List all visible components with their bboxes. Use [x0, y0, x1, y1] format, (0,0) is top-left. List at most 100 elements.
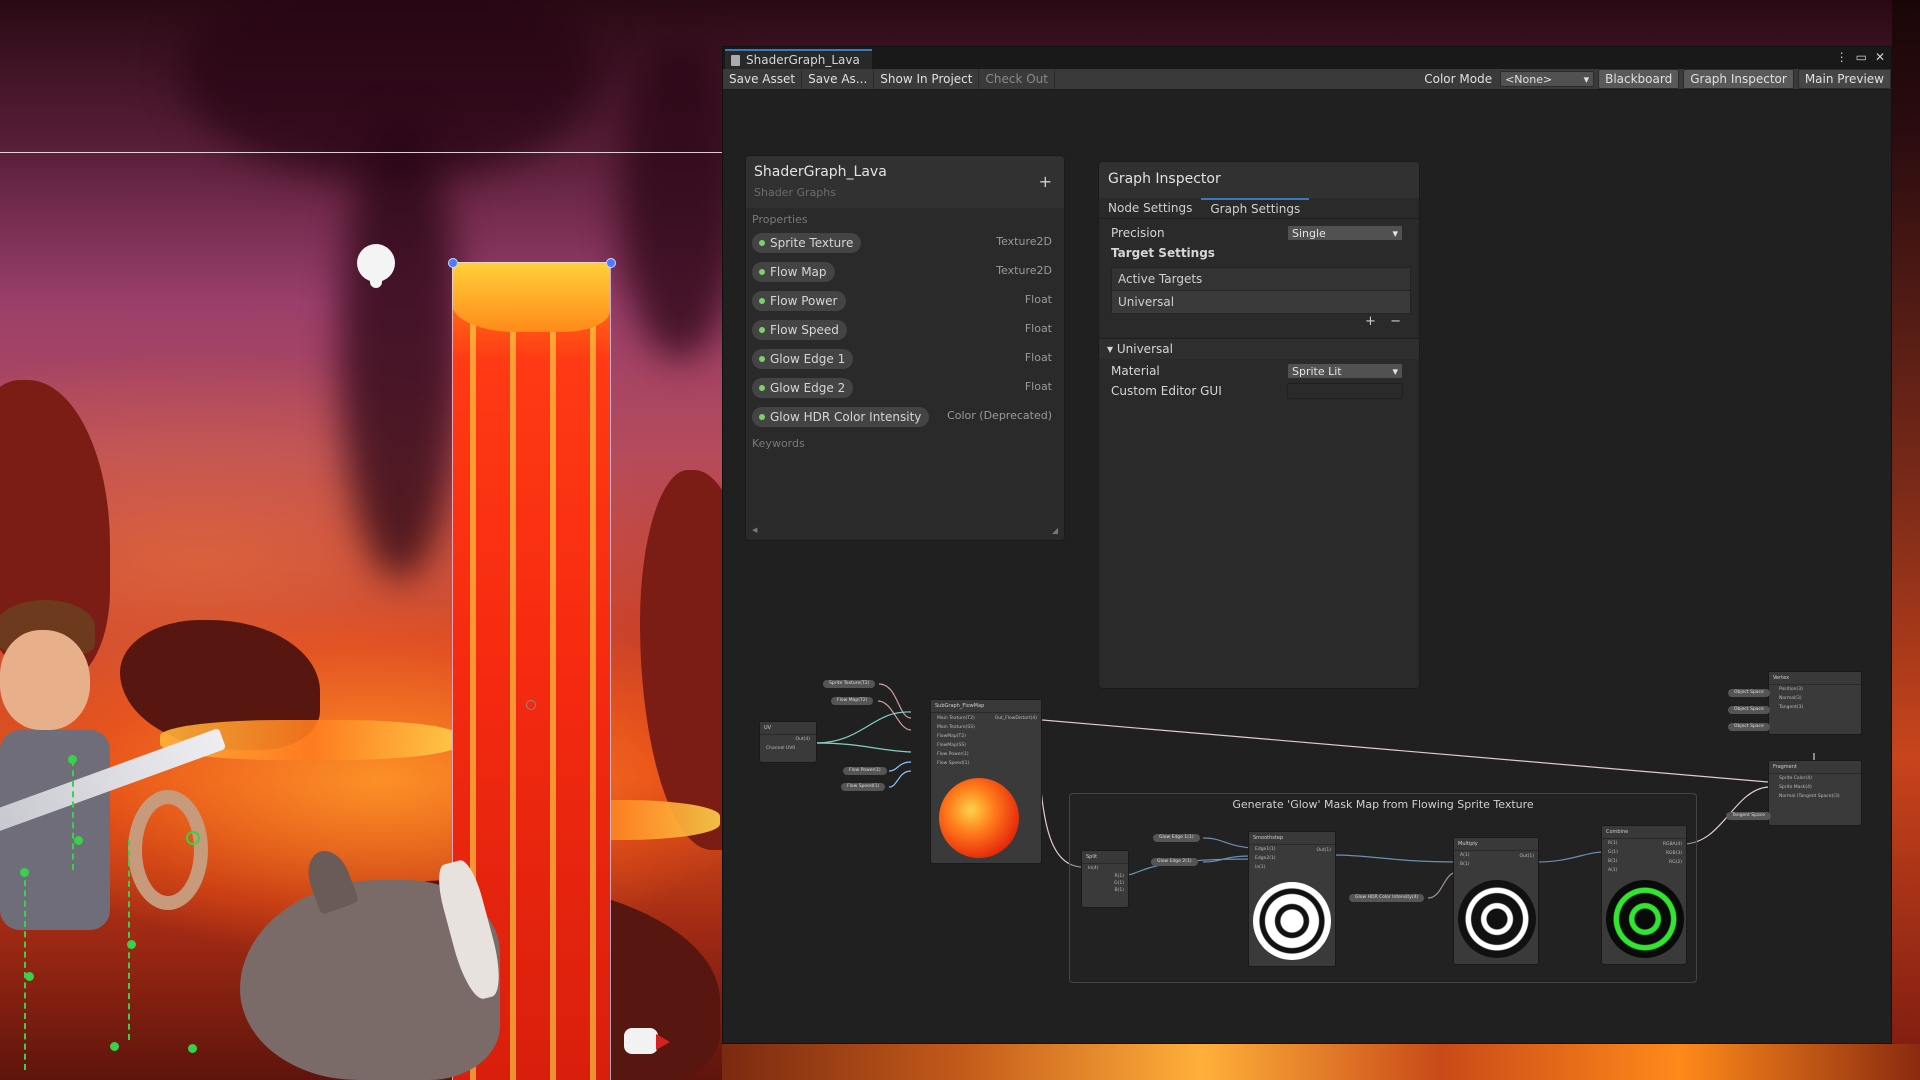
port[interactable]: Flow Power(1) [931, 750, 975, 759]
port[interactable]: R(1) [1082, 873, 1128, 880]
port[interactable]: FlowMap(T2) [931, 732, 975, 741]
port[interactable]: RGB(3) [1657, 849, 1682, 858]
property-pill[interactable]: Glow Edge 1 [752, 349, 854, 369]
selection-handle-top-left[interactable] [448, 258, 458, 268]
custom-editor-field[interactable] [1287, 383, 1403, 399]
save-as-button[interactable]: Save As... [802, 69, 875, 89]
property-row[interactable]: Flow Map Texture2D [746, 258, 1064, 287]
port[interactable]: B(1) [1082, 887, 1128, 894]
graph-inspector-panel[interactable]: Graph Inspector Node Settings Graph Sett… [1098, 161, 1420, 689]
bone-joint[interactable] [25, 972, 34, 981]
color-mode-value: <None> [1505, 72, 1553, 86]
check-out-button[interactable]: Check Out [979, 69, 1055, 89]
block[interactable]: Normal (Tangent Space)(3) [1769, 792, 1861, 801]
port[interactable]: In(4) [1082, 864, 1128, 873]
block[interactable]: Position(3) [1769, 685, 1861, 694]
multiply-node[interactable]: Multiply A(1) B(1) Out(1) [1453, 837, 1539, 965]
port[interactable]: Main Texture(SS) [931, 723, 975, 732]
sprite-texture-pill[interactable]: Sprite Texture(T2) [823, 680, 876, 688]
property-row[interactable]: Flow Power Float [746, 287, 1064, 316]
subgraph-flowmap-node[interactable]: SubGraph_FlowMap Main Texture(T2) Main T… [930, 699, 1042, 864]
property-row[interactable]: Glow HDR Color Intensity Color (Deprecate… [746, 403, 1064, 432]
block[interactable]: Tangent(3) [1769, 703, 1861, 712]
property-row[interactable]: Glow Edge 1 Float [746, 345, 1064, 374]
property-row[interactable]: Sprite Texture Texture2D [746, 229, 1064, 258]
port[interactable]: Main Texture(T2) [931, 714, 975, 723]
port[interactable]: Out(1) [1513, 852, 1534, 861]
glow-hdr-pill[interactable]: Glow HDR Color Intensity(4) [1349, 894, 1425, 902]
port[interactable]: In(1) [1249, 863, 1335, 872]
graph-inspector-toggle[interactable]: Graph Inspector [1683, 69, 1794, 89]
uv-channel-dropdown[interactable]: Channel UV0 [760, 744, 816, 753]
port[interactable]: G(1) [1082, 880, 1128, 887]
property-pill[interactable]: Flow Power [752, 291, 846, 311]
block[interactable]: Sprite Color(4) [1769, 774, 1861, 783]
vertex-context[interactable]: Vertex Position(3) Normal(3) Tangent(3) [1768, 671, 1862, 735]
target-item-universal[interactable]: Universal [1112, 291, 1410, 313]
flow-power-pill[interactable]: Flow Power(1) [843, 767, 887, 775]
object-space-pill[interactable]: Object Space [1728, 689, 1770, 697]
block[interactable]: Sprite Mask(4) [1769, 783, 1861, 792]
block[interactable]: Normal(3) [1769, 694, 1861, 703]
property-pill[interactable]: Flow Speed [752, 320, 847, 340]
object-space-pill[interactable]: Object Space [1728, 706, 1770, 714]
bone-joint[interactable] [188, 1044, 197, 1053]
bone-joint[interactable] [74, 836, 83, 845]
show-in-project-button[interactable]: Show In Project [874, 69, 980, 89]
port[interactable]: Flow Speed(1) [931, 759, 975, 768]
window-tab[interactable]: ShaderGraph_Lava [725, 49, 872, 69]
property-pill[interactable]: Glow HDR Color Intensity [752, 407, 930, 427]
subgraph-out-port[interactable]: Out_FlowDistort(4) [989, 714, 1037, 723]
main-preview-toggle[interactable]: Main Preview [1797, 69, 1891, 89]
port[interactable]: FlowMap(SS) [931, 741, 975, 750]
glow-edge-1-pill[interactable]: Glow Edge 1(1) [1153, 834, 1200, 842]
light-bulb-icon[interactable] [357, 244, 395, 288]
pivot-handle[interactable] [526, 700, 536, 710]
uv-node[interactable]: UV Out(4) Channel UV0 [759, 721, 817, 763]
graph-canvas[interactable]: Sprite Texture(T2) Flow Map(T2) Flow Pow… [723, 90, 1891, 1043]
port[interactable]: Edge2(1) [1249, 854, 1335, 863]
blackboard-panel[interactable]: ShaderGraph_Lava Shader Graphs + Propert… [745, 155, 1065, 541]
maximize-icon[interactable]: ▭ [1856, 50, 1867, 64]
kebab-menu-icon[interactable]: ⋮ [1836, 50, 1848, 64]
remove-target-button[interactable]: − [1390, 314, 1401, 329]
property-pill[interactable]: Flow Map [752, 262, 835, 282]
property-row[interactable]: Glow Edge 2 Float [746, 374, 1064, 403]
port[interactable]: B(1) [1454, 860, 1538, 869]
flow-map-pill[interactable]: Flow Map(T2) [831, 697, 874, 705]
close-icon[interactable]: ✕ [1875, 50, 1885, 64]
save-asset-button[interactable]: Save Asset [723, 69, 803, 89]
uv-node-out-port[interactable]: Out(4) [760, 735, 816, 744]
split-node[interactable]: Split In(4) R(1) G(1) B(1) [1081, 850, 1129, 908]
property-row[interactable]: Flow Speed Float [746, 316, 1064, 345]
port[interactable]: Out(1) [1310, 846, 1331, 855]
bone-joint[interactable] [110, 1042, 119, 1051]
fragment-context[interactable]: Fragment Sprite Color(4) Sprite Mask(4) … [1768, 760, 1862, 826]
universal-foldout[interactable]: ▾ Universal [1099, 338, 1419, 359]
add-property-button[interactable]: + [1039, 172, 1052, 191]
port[interactable]: RG(2) [1657, 858, 1682, 867]
property-pill[interactable]: Sprite Texture [752, 233, 862, 253]
combine-preview [1606, 880, 1684, 958]
object-space-pill[interactable]: Object Space [1728, 723, 1770, 731]
material-dropdown[interactable]: Sprite Lit ▾ [1287, 363, 1403, 379]
tab-graph-settings[interactable]: Graph Settings [1201, 198, 1310, 218]
property-pill[interactable]: Glow Edge 2 [752, 378, 854, 398]
tangent-space-pill[interactable]: Tangent Space [1726, 812, 1771, 820]
glow-edge-2-pill[interactable]: Glow Edge 2(1) [1151, 858, 1198, 866]
selection-handle-top-right[interactable] [606, 258, 616, 268]
combine-node[interactable]: Combine R(1) G(1) B(1) A(1) RGBA(4) RGB(… [1601, 825, 1687, 965]
add-target-button[interactable]: + [1365, 314, 1376, 329]
precision-dropdown[interactable]: Single ▾ [1287, 225, 1403, 241]
blackboard-toggle[interactable]: Blackboard [1598, 69, 1680, 89]
color-mode-dropdown[interactable]: <None> ▾ [1500, 71, 1595, 87]
smoothstep-node[interactable]: Smoothstep Edge1(1) Edge2(1) In(1) Out(1… [1248, 831, 1336, 967]
shader-graph-window[interactable]: ShaderGraph_Lava ⋮ ▭ ✕ Save Asset Save A… [722, 46, 1892, 1044]
port[interactable]: RGBA(4) [1657, 840, 1682, 849]
tab-node-settings[interactable]: Node Settings [1099, 198, 1201, 218]
bone-joint[interactable] [186, 831, 200, 845]
port[interactable]: A(1) [1602, 866, 1686, 875]
flow-speed-pill[interactable]: Flow Speed(1) [841, 783, 886, 791]
blackboard-horizontal-scrollbar[interactable] [752, 526, 1058, 536]
camera-gizmo-icon[interactable] [618, 1018, 670, 1062]
